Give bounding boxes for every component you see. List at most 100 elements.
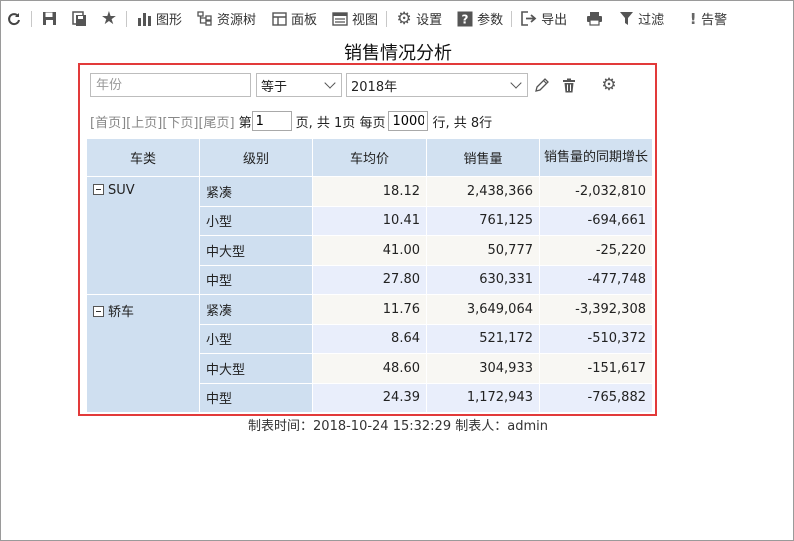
yoy-cell: -510,372	[539, 323, 653, 354]
pager-first-link[interactable]: [首页]	[90, 112, 126, 131]
settings-button[interactable]: ⚙ 设置	[395, 7, 442, 31]
panel-icon	[270, 10, 288, 28]
level-cell: 中大型	[199, 235, 313, 266]
sales-cell: 630,331	[426, 264, 540, 295]
question-icon: ?	[456, 10, 474, 28]
settings-button-label: 设置	[416, 13, 443, 28]
sales-cell: 50,777	[426, 235, 540, 266]
save-button[interactable]	[40, 7, 58, 31]
value-select-value: 2018年	[351, 79, 398, 95]
page-number-input[interactable]	[251, 111, 292, 131]
params-button[interactable]: ? 参数	[456, 7, 503, 31]
star-icon: ★	[100, 8, 118, 29]
resource-tree-icon	[196, 10, 214, 28]
alert-button-label: 告警	[701, 13, 728, 28]
save-as-button[interactable]	[70, 7, 88, 31]
pager-prev-link[interactable]: [上页]	[126, 112, 162, 131]
pager-rows-suffix: 行, 共 8行	[432, 115, 493, 131]
level-cell: 紧凑	[199, 176, 313, 207]
operator-select[interactable]: 等于	[256, 73, 342, 97]
printer-icon	[585, 10, 603, 28]
yoy-cell: -694,661	[539, 205, 653, 236]
level-cell: 小型	[199, 323, 313, 354]
group-cell: 轿车	[86, 294, 200, 413]
panel-button[interactable]: 面板	[270, 7, 317, 31]
group-name: SUV	[108, 183, 135, 198]
yoy-cell: -3,392,308	[539, 294, 653, 325]
chevron-down-icon	[510, 77, 522, 89]
sales-cell: 1,172,943	[426, 382, 540, 413]
toolbar-divider	[126, 10, 127, 27]
group-name: 轿车	[108, 305, 135, 320]
column-header[interactable]: 车均价	[312, 138, 427, 177]
report-title: 销售情况分析	[344, 43, 452, 64]
filter-row: 等于 2018年 ⚙	[90, 73, 618, 97]
export-button-label: 导出	[541, 13, 568, 28]
edit-icon[interactable]	[533, 76, 551, 94]
rows-per-page-input[interactable]	[388, 111, 429, 131]
sales-cell: 761,125	[426, 205, 540, 236]
column-header[interactable]: 车类	[86, 138, 200, 177]
level-cell: 中型	[199, 382, 313, 413]
filter-button[interactable]: 过滤	[617, 7, 664, 31]
avg-price-cell: 48.60	[312, 353, 427, 384]
filter-field-input[interactable]	[90, 73, 251, 97]
alert-button[interactable]: ! 告警	[688, 7, 727, 31]
favorite-button[interactable]: ★	[100, 7, 118, 31]
view-button-label: 视图	[352, 13, 379, 28]
avg-price-cell: 27.80	[312, 264, 427, 295]
resource-tree-button[interactable]: 资源树	[196, 7, 256, 31]
yoy-cell: -151,617	[539, 353, 653, 384]
avg-price-cell: 11.76	[312, 294, 427, 325]
column-header[interactable]: 销售量的同期增长	[539, 138, 653, 177]
params-button-label: 参数	[477, 13, 504, 28]
avg-price-cell: 41.00	[312, 235, 427, 266]
sales-cell: 521,172	[426, 323, 540, 354]
window-frame: ★ 图形 资源树 面板 视图 ⚙ 设置 ? 参数 导出 过滤 ! 告警 销售情况…	[0, 0, 794, 541]
level-cell: 紧凑	[199, 294, 313, 325]
print-button[interactable]	[585, 7, 603, 31]
report-footer: 制表时间：2018-10-24 15:32:29 制表人：admin	[248, 419, 548, 434]
sales-cell: 304,933	[426, 353, 540, 384]
chevron-down-icon	[324, 77, 336, 89]
resource-tree-button-label: 资源树	[217, 13, 257, 28]
refresh-button[interactable]	[5, 7, 23, 31]
avg-price-cell: 8.64	[312, 323, 427, 354]
sales-cell: 2,438,366	[426, 176, 540, 207]
toolbar-divider	[386, 10, 388, 27]
pager-next-link[interactable]: [下页]	[162, 112, 198, 131]
delete-icon[interactable]	[560, 76, 578, 94]
pager-page-suffix: 页, 共 1页 每页	[295, 115, 386, 131]
toolbar: ★ 图形 资源树 面板 视图 ⚙ 设置 ? 参数 导出 过滤 ! 告警	[2, 2, 794, 35]
toolbar-divider	[511, 10, 513, 27]
column-header[interactable]: 级别	[199, 138, 313, 177]
collapse-toggle-icon[interactable]	[93, 184, 104, 195]
exclamation-icon: !	[689, 9, 697, 28]
table-header-row: 车类 级别 车均价 销售量 销售量的同期增长	[86, 138, 653, 177]
chart-button[interactable]: 图形	[135, 7, 182, 31]
value-select[interactable]: 2018年	[346, 73, 528, 97]
column-header[interactable]: 销售量	[426, 138, 540, 177]
pager: [首页] [上页] [下页] [尾页] 第 页, 共 1页 每页 行, 共 8行	[90, 110, 492, 132]
yoy-cell: -2,032,810	[539, 176, 653, 207]
export-button[interactable]: 导出	[520, 7, 567, 31]
export-icon	[520, 10, 538, 28]
collapse-toggle-icon[interactable]	[93, 306, 104, 317]
group-cell: SUV	[86, 176, 200, 295]
funnel-icon	[617, 10, 635, 28]
avg-price-cell: 24.39	[312, 382, 427, 413]
pager-last-link[interactable]: [尾页]	[198, 112, 234, 131]
bar-chart-icon	[135, 10, 153, 28]
refresh-icon	[5, 10, 23, 28]
report-panel: 等于 2018年 ⚙ [首页] [上页] [下页] [尾页] 第 页, 共 1页…	[78, 63, 657, 416]
toolbar-divider	[31, 10, 32, 27]
view-button[interactable]: 视图	[331, 7, 378, 31]
filter-button-label: 过滤	[638, 13, 665, 28]
save-as-icon	[70, 10, 88, 28]
view-icon	[331, 10, 349, 28]
level-cell: 小型	[199, 205, 313, 236]
gear-icon[interactable]: ⚙	[600, 75, 618, 95]
avg-price-cell: 18.12	[312, 176, 427, 207]
panel-button-label: 面板	[291, 13, 318, 28]
avg-price-cell: 10.41	[312, 205, 427, 236]
